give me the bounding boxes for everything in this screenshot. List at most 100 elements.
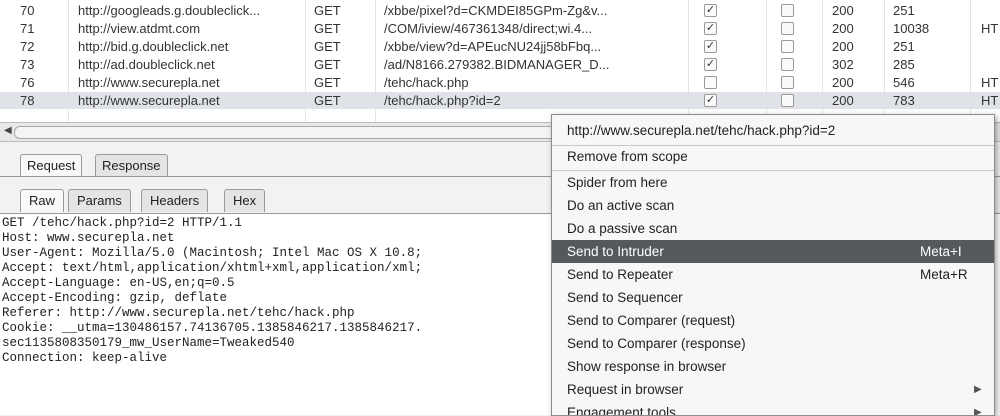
params-checkbox[interactable]: ✓ [704, 4, 717, 17]
row-number: 76 [20, 75, 35, 90]
menu-item-send-to-intruder[interactable]: Send to Intruder Meta+I [552, 240, 994, 263]
row-status: 200 [832, 75, 854, 90]
table-row[interactable]: 73 http://ad.doubleclick.net GET /ad/N81… [0, 56, 1000, 73]
row-method: GET [314, 93, 341, 108]
row-status: 200 [832, 21, 854, 36]
menu-item-label: Send to Comparer (response) [567, 336, 746, 351]
row-mime: HT [981, 75, 999, 90]
menu-item-remove-from-scope[interactable]: Remove from scope [552, 145, 994, 168]
row-length: 285 [893, 57, 915, 72]
menu-item-label: Send to Intruder [567, 244, 664, 259]
row-host: http://www.securepla.net [78, 75, 220, 90]
table-row-selected[interactable]: 78 http://www.securepla.net GET /tehc/ha… [0, 92, 1000, 109]
row-method: GET [314, 21, 341, 36]
row-length: 546 [893, 75, 915, 90]
menu-item-label: Do a passive scan [567, 221, 678, 236]
menu-item-label: Remove from scope [567, 149, 688, 164]
menu-shortcut: Meta+R [920, 267, 968, 282]
row-url: /tehc/hack.php?id=2 [384, 93, 501, 108]
row-host: http://bid.g.doubleclick.net [78, 39, 229, 54]
edited-checkbox[interactable] [781, 94, 794, 107]
row-url: /tehc/hack.php [384, 75, 469, 90]
tab-params[interactable]: Params [68, 189, 131, 212]
row-url: /COM/iview/467361348/direct;wi.4... [384, 21, 593, 36]
context-menu: http://www.securepla.net/tehc/hack.php?i… [551, 114, 995, 416]
tab-response[interactable]: Response [95, 154, 168, 177]
proxy-history-table: 70 http://googleads.g.doubleclick... GET… [0, 0, 1000, 122]
params-checkbox[interactable]: ✓ [704, 94, 717, 107]
params-checkbox[interactable]: ✓ [704, 22, 717, 35]
request-line: Cookie: __utma=130486157.74136705.138584… [2, 321, 423, 335]
menu-header-label: http://www.securepla.net/tehc/hack.php?i… [567, 123, 836, 138]
request-line: User-Agent: Mozilla/5.0 (Macintosh; Inte… [2, 246, 423, 260]
table-row[interactable]: 76 http://www.securepla.net GET /tehc/ha… [0, 74, 1000, 91]
scroll-left-icon[interactable]: ◀ [4, 125, 12, 136]
params-checkbox[interactable]: ✓ [704, 40, 717, 53]
menu-item-send-to-sequencer[interactable]: Send to Sequencer [552, 286, 994, 309]
row-status: 200 [832, 3, 854, 18]
menu-item-label: Do an active scan [567, 198, 675, 213]
table-row[interactable]: 72 http://bid.g.doubleclick.net GET /xbb… [0, 38, 1000, 55]
row-host: http://www.securepla.net [78, 93, 220, 108]
menu-item-comparer-response[interactable]: Send to Comparer (response) [552, 332, 994, 355]
menu-item-label: Request in browser [567, 382, 684, 397]
row-method: GET [314, 75, 341, 90]
row-status: 302 [832, 57, 854, 72]
row-status: 200 [832, 93, 854, 108]
tab-headers[interactable]: Headers [141, 189, 209, 212]
submenu-arrow-icon: ▶ [974, 384, 982, 395]
menu-item-show-response[interactable]: Show response in browser [552, 355, 994, 378]
row-length: 251 [893, 39, 915, 54]
menu-item-send-to-repeater[interactable]: Send to Repeater Meta+R [552, 263, 994, 286]
edited-checkbox[interactable] [781, 58, 794, 71]
row-url: /ad/N8166.279382.BIDMANAGER_D... [384, 57, 610, 72]
edited-checkbox[interactable] [781, 40, 794, 53]
menu-item-active-scan[interactable]: Do an active scan [552, 194, 994, 217]
row-status: 200 [832, 39, 854, 54]
row-mime: HT [981, 21, 999, 36]
menu-item-request-in-browser[interactable]: Request in browser ▶ [552, 378, 994, 401]
menu-item-label: Spider from here [567, 175, 668, 190]
table-row[interactable]: 71 http://view.atdmt.com GET /COM/iview/… [0, 20, 1000, 37]
row-length: 251 [893, 3, 915, 18]
row-method: GET [314, 57, 341, 72]
row-url: /xbbe/view?d=APEucNU24jj58bFbq... [384, 39, 602, 54]
request-line: GET /tehc/hack.php?id=2 HTTP/1.1 [2, 216, 243, 230]
edited-checkbox[interactable] [781, 4, 794, 17]
row-number: 78 [20, 93, 35, 108]
edited-checkbox[interactable] [781, 76, 794, 89]
request-line: Host: www.securepla.net [2, 231, 175, 245]
menu-item-label: Show response in browser [567, 359, 727, 374]
params-checkbox[interactable]: ✓ [704, 58, 717, 71]
tab-hex[interactable]: Hex [224, 189, 266, 212]
row-method: GET [314, 3, 341, 18]
row-length: 783 [893, 93, 915, 108]
menu-shortcut: Meta+I [920, 244, 962, 259]
request-line: Accept: text/html,application/xhtml+xml,… [2, 261, 423, 275]
row-method: GET [314, 39, 341, 54]
tab-raw[interactable]: Raw [20, 189, 65, 212]
menu-item-comparer-request[interactable]: Send to Comparer (request) [552, 309, 994, 332]
edited-checkbox[interactable] [781, 22, 794, 35]
row-length: 10038 [893, 21, 930, 36]
row-number: 73 [20, 57, 35, 72]
request-line: Accept-Encoding: gzip, deflate [2, 291, 228, 305]
table-row[interactable]: 70 http://googleads.g.doubleclick... GET… [0, 2, 1000, 19]
menu-item-label: Send to Comparer (request) [567, 313, 736, 328]
menu-item-spider[interactable]: Spider from here [552, 171, 994, 194]
request-line: Connection: keep-alive [2, 351, 168, 365]
menu-item-passive-scan[interactable]: Do a passive scan [552, 217, 994, 240]
row-host: http://googleads.g.doubleclick... [78, 3, 261, 18]
menu-header-url: http://www.securepla.net/tehc/hack.php?i… [552, 119, 994, 142]
request-line: Accept-Language: en-US,en;q=0.5 [2, 276, 235, 290]
request-line: sec1135808350179_mw_UserName=Tweaked540 [2, 336, 295, 350]
params-checkbox[interactable] [704, 76, 717, 89]
row-number: 71 [20, 21, 35, 36]
tab-request[interactable]: Request [20, 154, 83, 177]
menu-item-label: Send to Repeater [567, 267, 673, 282]
row-number: 72 [20, 39, 35, 54]
menu-item-label: Send to Sequencer [567, 290, 683, 305]
row-host: http://view.atdmt.com [78, 21, 201, 36]
row-url: /xbbe/pixel?d=CKMDEI85GPm-Zg&v... [384, 3, 608, 18]
request-line: Referer: http://www.securepla.net/tehc/h… [2, 306, 355, 320]
